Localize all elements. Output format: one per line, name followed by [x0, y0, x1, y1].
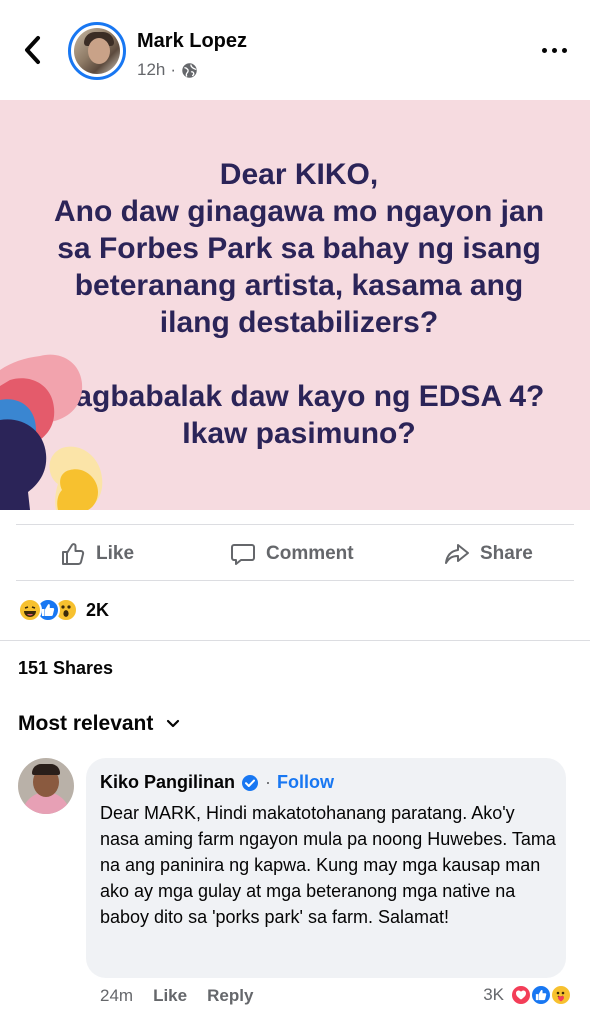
- comment-time[interactable]: 24m: [100, 986, 133, 1006]
- shares-count[interactable]: 151 Shares: [18, 658, 113, 679]
- post-image[interactable]: Dear KIKO, Ano daw ginagawa mo ngayon ja…: [0, 100, 590, 510]
- sort-label: Most relevant: [18, 712, 154, 735]
- like-label: Like: [96, 543, 135, 564]
- commenter-name[interactable]: Kiko Pangilinan: [100, 772, 235, 793]
- comment-button[interactable]: Comment: [230, 536, 354, 572]
- comment-sort-dropdown[interactable]: Most relevant: [18, 712, 181, 736]
- comment-icon: [231, 544, 255, 565]
- author-name[interactable]: Mark Lopez: [137, 30, 247, 53]
- post-line: sa Forbes Park sa bahay ng isang: [57, 232, 541, 265]
- reactions-count: 2K: [86, 599, 110, 620]
- post-meta: 12h ·: [137, 60, 198, 80]
- follow-button[interactable]: Follow: [277, 772, 334, 793]
- post-header: Mark Lopez 12h ·: [0, 0, 590, 100]
- haha-icon: [18, 598, 42, 622]
- chevron-down-icon: [167, 719, 180, 728]
- post-line: ilang destabilizers?: [159, 306, 439, 339]
- comment-actions: 24m Like Reply: [100, 986, 253, 1006]
- like-button[interactable]: Like: [60, 536, 134, 572]
- commenter-avatar[interactable]: [18, 758, 74, 814]
- comment-header: Kiko Pangilinan · Follow: [100, 772, 334, 793]
- post-line: beteranang artista, kasama ang: [74, 269, 524, 302]
- post-time[interactable]: 12h: [137, 60, 165, 80]
- comment-label: Comment: [266, 543, 354, 564]
- comment-reaction-count: 3K: [483, 985, 504, 1004]
- share-icon: [445, 544, 469, 564]
- comment-reactions[interactable]: 3K: [483, 984, 572, 1006]
- divider: [0, 640, 590, 641]
- love-icon: [510, 984, 532, 1006]
- comment-bubble: Kiko Pangilinan · Follow Dear MARK, Hind…: [86, 758, 566, 978]
- share-label: Share: [480, 543, 533, 564]
- meta-separator: ·: [170, 60, 177, 79]
- reactions-summary[interactable]: 2K: [18, 596, 109, 624]
- divider: [16, 580, 574, 581]
- like-icon: [530, 984, 552, 1006]
- post-line: Ano daw ginagawa mo ngayon jan: [53, 195, 545, 228]
- globe-icon: [182, 62, 197, 78]
- care-icon: [550, 984, 572, 1006]
- comment-like-button[interactable]: Like: [153, 986, 187, 1006]
- like-icon: [62, 543, 85, 565]
- comment-text: Dear MARK, Hindi makatotohanang paratang…: [100, 803, 556, 927]
- author-avatar[interactable]: [68, 22, 126, 80]
- header-separator: ·: [265, 772, 272, 792]
- silhouette-decoration: [0, 354, 103, 510]
- more-options-button[interactable]: [540, 40, 570, 60]
- share-button[interactable]: Share: [444, 536, 533, 572]
- divider: [16, 524, 574, 525]
- comment-reply-button[interactable]: Reply: [207, 986, 253, 1006]
- chevron-left-icon[interactable]: [18, 32, 48, 68]
- post-line: Dear KIKO,: [219, 158, 379, 191]
- verified-badge-icon: [242, 774, 259, 791]
